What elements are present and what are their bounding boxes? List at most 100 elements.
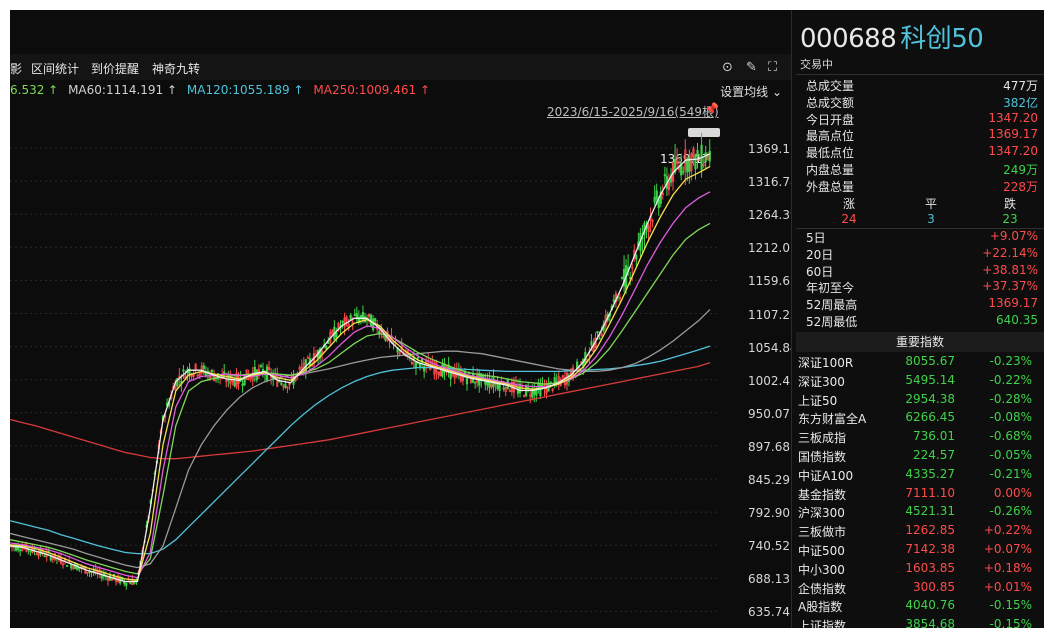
index-price: 4335.27 <box>905 466 955 481</box>
stat-row: 今日开盘 1347.20 <box>806 111 1038 128</box>
index-row[interactable]: 深证100R 8055.67 -0.23% <box>792 354 1044 373</box>
index-name: 东方财富全A <box>798 412 867 427</box>
perf-value: 640.35 <box>996 313 1038 327</box>
candle-body <box>182 369 185 372</box>
candle-body <box>414 362 418 368</box>
index-change: 0.00% <box>993 485 1032 500</box>
stat-label: 内盘总量 <box>806 163 855 177</box>
stat-row: 总成交量 477万 <box>806 77 1038 94</box>
candle-body <box>418 363 422 368</box>
candle-body <box>259 365 263 368</box>
candle-body <box>653 196 656 203</box>
candle-body <box>66 565 69 567</box>
pin-icon[interactable]: 📌 <box>704 102 719 116</box>
index-row[interactable]: 沪深300 4521.31 -0.26% <box>792 504 1044 523</box>
stat-label: 总成交量 <box>806 79 855 93</box>
index-name: 三板成指 <box>798 431 847 446</box>
index-row[interactable]: 深证300 5495.14 -0.22% <box>792 373 1044 392</box>
candle-body <box>29 550 32 553</box>
perf-row: 52周最低 640.35 <box>806 313 1038 330</box>
index-row[interactable]: 企债指数 300.85 +0.01% <box>792 580 1044 599</box>
candle-body <box>612 299 615 303</box>
chart-toolbar: 影 区间统计 到价提醒 神奇九转 ⊙ ✎ ⛶ <box>10 54 792 80</box>
down-count: 23 <box>1002 212 1018 226</box>
index-row[interactable]: 三板做市 1262.85 +0.22% <box>792 523 1044 542</box>
toolbar-interval-stats[interactable]: 区间统计 <box>31 60 79 77</box>
candle-body <box>465 377 469 385</box>
candle-body <box>374 318 377 322</box>
perf-row: 60日 +38.81% <box>806 263 1038 280</box>
candle-body <box>359 315 362 319</box>
index-row[interactable]: A股指数 4040.76 -0.15% <box>792 598 1044 617</box>
candle-body <box>125 582 128 586</box>
candle-body <box>284 383 287 388</box>
y-tick-label: 688.13 <box>748 572 790 587</box>
candle-body <box>349 315 352 320</box>
index-change: +0.18% <box>983 560 1032 575</box>
index-name: 深证300 <box>798 374 845 389</box>
index-name: 中证500 <box>798 544 845 558</box>
index-row[interactable]: 上证50 2954.38 -0.28% <box>792 392 1044 411</box>
candle-body <box>233 381 236 386</box>
draw-icon[interactable]: ✎ <box>746 60 757 75</box>
stat-row: 最高点位 1369.17 <box>806 127 1038 144</box>
y-tick-label: 845.29 <box>748 473 790 487</box>
index-price: 224.57 <box>913 448 955 462</box>
candle-body <box>210 370 214 373</box>
candle-body <box>416 357 420 359</box>
index-change: +0.07% <box>983 542 1032 556</box>
index-name: 上证指数 <box>798 619 847 628</box>
stat-label: 最高点位 <box>806 129 855 144</box>
index-price: 300.85 <box>913 579 955 594</box>
index-change: +0.22% <box>983 523 1032 538</box>
candle-body <box>694 155 697 170</box>
index-row[interactable]: 三板成指 736.01 -0.68% <box>792 429 1044 448</box>
date-range-label[interactable]: 2023/6/15-2025/9/16(549根) <box>547 103 719 120</box>
index-row[interactable]: 上证指数 3854.68 -0.15% <box>792 617 1044 628</box>
stat-value: 1369.17 <box>988 127 1038 142</box>
ma-line-ma5 <box>10 153 711 583</box>
index-row[interactable]: 国债指数 224.57 -0.05% <box>792 448 1044 467</box>
index-price: 8055.67 <box>905 354 955 368</box>
candle-body <box>682 170 685 173</box>
ma-line-ma30 <box>10 222 711 575</box>
index-row[interactable]: 中证A100 4335.27 -0.21% <box>792 467 1044 486</box>
toolbar-magic-nine[interactable]: 神奇九转 <box>152 60 200 77</box>
index-change: -0.08% <box>989 410 1032 425</box>
candle-body <box>696 150 699 157</box>
fullscreen-icon[interactable]: ⛶ <box>768 60 777 75</box>
index-name: 中小300 <box>798 562 845 577</box>
index-row[interactable]: 中证500 7142.38 +0.07% <box>792 542 1044 561</box>
candle-body <box>555 380 558 383</box>
perf-row: 20日 +22.14% <box>806 246 1038 263</box>
ma-line-ma60 <box>10 308 711 569</box>
perf-label: 5日 <box>806 231 826 245</box>
ma60-value: MA60:1114.191 ↑ <box>68 83 178 97</box>
ma250-value: MA250:1009.461 ↑ <box>313 83 431 97</box>
index-name: 三板做市 <box>798 525 847 540</box>
candle-body <box>341 320 344 323</box>
index-row[interactable]: 基金指数 7111.10 0.00% <box>792 486 1044 505</box>
candle-body <box>280 382 283 385</box>
candle-body <box>535 389 538 396</box>
settings-circle-icon[interactable]: ⊙ <box>722 60 733 75</box>
candle-body <box>19 549 22 552</box>
candle-body <box>474 381 477 384</box>
ma30-value: 6.532 ↑ <box>10 83 59 97</box>
candle-body <box>686 158 689 173</box>
candle-body <box>353 314 356 316</box>
trading-status: 交易中 <box>800 58 833 71</box>
ma-settings-button[interactable]: 设置均线 ⌄ <box>720 83 782 100</box>
perf-label: 年初至今 <box>806 281 855 296</box>
candle-body <box>549 381 552 384</box>
security-name: 科创50 <box>900 24 984 54</box>
candle-body <box>457 370 460 372</box>
index-row[interactable]: 东方财富全A 6266.45 -0.08% <box>792 410 1044 429</box>
toolbar-price-alert[interactable]: 到价提醒 <box>91 60 139 77</box>
perf-label: 20日 <box>806 247 834 262</box>
candlestick-chart[interactable] <box>10 130 740 628</box>
index-row[interactable]: 中小300 1603.85 +0.18% <box>792 561 1044 580</box>
candle-body <box>335 332 338 338</box>
toolbar-item-partial[interactable]: 影 <box>10 60 22 77</box>
candle-body <box>372 318 375 331</box>
